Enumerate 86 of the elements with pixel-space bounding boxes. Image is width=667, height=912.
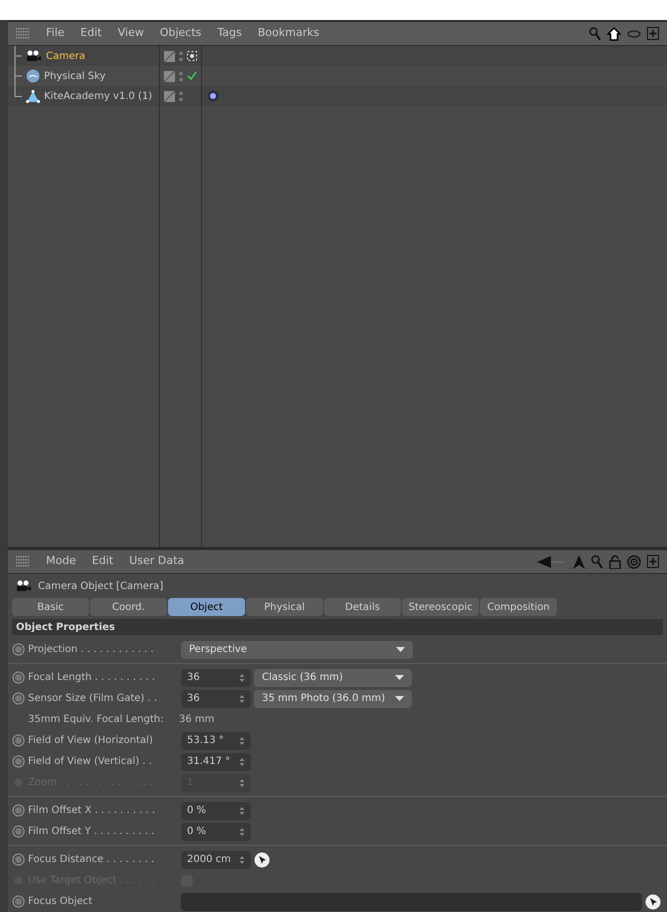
target-tag-icon[interactable] — [187, 51, 197, 61]
animate-radio-icon[interactable] — [12, 734, 25, 747]
tab[interactable]: Composition — [480, 598, 557, 616]
plus-box-icon[interactable] — [647, 27, 659, 40]
visibility-dots-icon[interactable] — [179, 90, 183, 102]
number-field[interactable]: 36 — [181, 668, 251, 686]
animate-radio-icon[interactable] — [12, 643, 25, 656]
tab[interactable]: Physical — [246, 598, 323, 616]
animate-radio-icon[interactable] — [12, 895, 25, 908]
spinner-arrows-icon[interactable] — [239, 694, 245, 704]
ellipse-icon[interactable] — [627, 30, 641, 38]
menu-item[interactable]: Edit — [80, 25, 102, 42]
spinner-arrows-icon[interactable] — [239, 826, 245, 836]
visibility-dots-icon[interactable] — [179, 50, 183, 62]
number-field[interactable]: 31.417 ° — [181, 752, 251, 770]
menu-item[interactable]: User Data — [129, 553, 184, 570]
animate-radio-icon[interactable] — [12, 755, 25, 768]
property-label: Film Offset Y . . . . . . . . . . — [28, 825, 156, 839]
property-label: Focus Distance . . . . . . . . — [28, 853, 156, 867]
animate-radio-icon[interactable] — [12, 825, 25, 838]
dropdown[interactable]: Perspective — [181, 640, 413, 658]
menu-item[interactable]: Edit — [92, 553, 114, 570]
object-name[interactable]: Physical Sky — [44, 68, 106, 84]
animate-radio-icon[interactable] — [12, 853, 25, 866]
number-field[interactable]: 0 % — [181, 822, 251, 840]
layer-swatch-icon[interactable] — [164, 50, 175, 62]
tab[interactable]: Object — [168, 598, 245, 616]
plus-box-icon[interactable] — [647, 555, 659, 568]
menu-item[interactable]: View — [118, 25, 144, 42]
property-label: Field of View (Horizontal) — [28, 734, 154, 748]
caret-icon — [395, 696, 404, 701]
spinner-arrows-icon[interactable] — [239, 854, 245, 864]
animate-radio-icon[interactable] — [12, 804, 25, 817]
home-icon[interactable] — [607, 26, 621, 40]
property-label: Field of View (Vertical) . . — [28, 755, 153, 769]
menu-item[interactable]: Mode — [46, 553, 76, 570]
material-tag-icon[interactable] — [206, 90, 220, 102]
animate-radio-icon[interactable] — [12, 692, 25, 705]
section-header: Object Properties — [12, 619, 663, 635]
visibility-dots-icon[interactable] — [179, 70, 183, 82]
caret-icon — [396, 647, 405, 652]
object-name[interactable]: Camera — [46, 48, 86, 64]
menu-item[interactable]: Bookmarks — [258, 25, 320, 42]
number-field[interactable]: 36 — [181, 690, 251, 708]
lock-icon[interactable] — [609, 554, 621, 568]
property-label: Focus Object — [28, 895, 94, 909]
caret-icon — [395, 675, 404, 680]
target-icon[interactable] — [627, 554, 641, 568]
triangle-icon — [26, 90, 40, 102]
grip-icon — [16, 28, 30, 40]
up-arrow-icon[interactable] — [573, 554, 585, 568]
menu-item[interactable]: Tags — [217, 25, 242, 42]
layer-swatch-icon[interactable] — [164, 70, 175, 82]
sphere-icon — [26, 69, 40, 83]
spinner-arrows-icon[interactable] — [239, 806, 245, 816]
menu-item[interactable]: File — [46, 25, 64, 42]
spinner-arrows-icon[interactable] — [239, 736, 245, 746]
back-arrow-icon[interactable] — [537, 556, 567, 568]
camera-icon — [16, 580, 32, 592]
dropdown[interactable]: 35 mm Photo (36.0 mm) — [254, 690, 412, 708]
animate-radio-icon[interactable] — [12, 671, 25, 684]
menu-item[interactable]: Objects — [160, 25, 202, 42]
property-label: Film Offset X . . . . . . . . . . — [28, 804, 156, 818]
tab[interactable]: Coord. — [90, 598, 167, 616]
spinner-arrows-icon[interactable] — [239, 672, 245, 682]
property-label: Focal Length . . . . . . . . . . — [28, 671, 156, 685]
number-field[interactable]: 0 % — [181, 802, 251, 820]
search-icon[interactable] — [589, 26, 601, 40]
tab[interactable]: Stereoscopic — [402, 598, 479, 616]
tab[interactable]: Basic — [12, 598, 89, 616]
number-field[interactable]: 53.13 ° — [181, 732, 251, 750]
property-label: Sensor Size (Film Gate) . . — [28, 692, 158, 706]
tab[interactable]: Details — [324, 598, 401, 616]
search-icon[interactable] — [591, 554, 603, 568]
property-label: 35mm Equiv. Focal Length: — [28, 713, 165, 727]
property-value: 36 mm — [179, 713, 214, 727]
property-label: Projection . . . . . . . . . . . . — [28, 643, 155, 657]
grip-icon — [16, 556, 30, 568]
object-title: Camera Object [Camera] — [38, 580, 164, 594]
check-icon[interactable] — [187, 71, 197, 81]
link-field[interactable] — [181, 892, 642, 910]
spinner-arrows-icon[interactable] — [239, 756, 245, 766]
dropdown[interactable]: Classic (36 mm) — [254, 668, 412, 686]
number-field[interactable]: 2000 cm — [181, 850, 251, 868]
layer-swatch-icon[interactable] — [164, 90, 175, 102]
camera-icon — [26, 50, 42, 62]
